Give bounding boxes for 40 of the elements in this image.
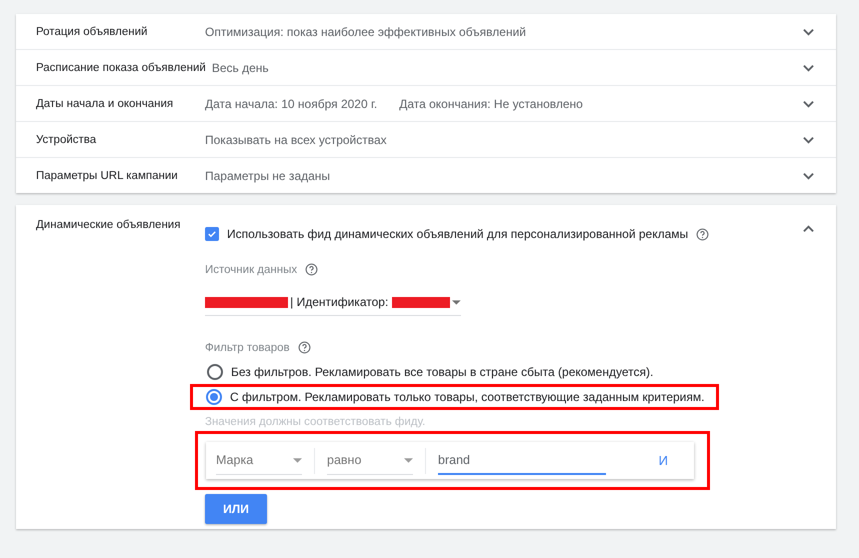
and-link[interactable]: И [658, 453, 668, 468]
dropdown-arrow-icon [452, 300, 461, 304]
data-source-dropdown[interactable]: | Идентификатор: [205, 289, 461, 316]
chevron-icon[interactable] [803, 28, 814, 36]
checkbox-label: Использовать фид динамических объявлений для персонализированной рекламы [227, 227, 688, 241]
radio-button[interactable] [207, 364, 223, 380]
dropdown-arrow-icon [293, 458, 302, 462]
hint-text: Значения должны соответствовать фиду. [205, 416, 426, 428]
setting-label: Расписание показа объявлений [36, 62, 207, 74]
redaction-mark [392, 296, 450, 308]
operator-dropdown[interactable]: равно [327, 446, 413, 475]
checkbox[interactable] [205, 227, 219, 241]
or-button[interactable]: ИЛИ [205, 494, 267, 524]
field-label: Фильтр товаров [205, 342, 290, 354]
help-icon[interactable] [298, 341, 311, 354]
radio-label: С фильтром. Рекламировать только товары, соответствующие заданным критериям. [230, 390, 704, 404]
section-label: Динамические объявления [36, 219, 182, 233]
setting-value: Параметры не заданы [205, 168, 330, 182]
radio-label: Без фильтров. Рекламировать все товары в стране сбыта (рекомендуется). [231, 365, 654, 379]
chevron-icon[interactable] [803, 136, 814, 144]
setting-label: Даты начала и окончания [36, 98, 174, 110]
setting-value: Весь день [212, 60, 269, 74]
setting-value: Дата начала: 10 ноября 2020 г. [205, 96, 378, 110]
radio-button[interactable] [206, 389, 222, 405]
setting-value: Показывать на всех устройствах [205, 132, 387, 146]
help-icon[interactable] [305, 263, 318, 276]
setting-value: Оптимизация: показ наиболее эффективных объявлений [205, 24, 526, 38]
chevron-icon[interactable] [803, 100, 814, 108]
field-label: Источник данных [205, 264, 298, 276]
setting-label: Ротация объявлений [36, 26, 148, 38]
chevron-icon[interactable] [803, 225, 814, 233]
help-icon[interactable] [696, 228, 710, 240]
checkmark-icon [207, 229, 217, 239]
chevron-icon[interactable] [803, 172, 814, 180]
attribute-dropdown[interactable]: Марка [216, 446, 302, 475]
setting-label: Параметры URL кампании [36, 170, 179, 182]
chevron-icon[interactable] [803, 64, 814, 72]
setting-value: Дата окончания: Не установлено [399, 96, 583, 110]
setting-label: Устройства [36, 134, 98, 146]
dropdown-arrow-icon [404, 458, 413, 462]
